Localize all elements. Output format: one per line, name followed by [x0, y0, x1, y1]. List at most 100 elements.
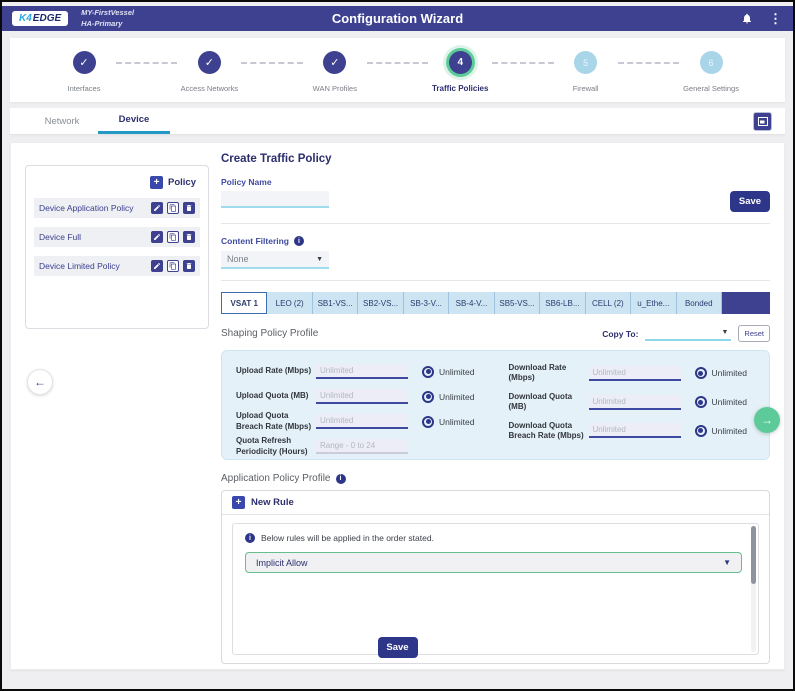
wan-tab-leo[interactable]: LEO (2) [267, 292, 312, 314]
upload-rate-unlimited-radio[interactable]: Unlimited [422, 366, 474, 378]
vessel-info: MY-FirstVessel HA-Primary [81, 8, 134, 29]
policy-list-item[interactable]: Device Full [34, 227, 200, 247]
arrow-left-icon: ← [34, 375, 46, 389]
delete-policy-icon[interactable] [183, 260, 195, 272]
upload-breach-unlimited-radio[interactable]: Unlimited [422, 416, 474, 428]
reset-button[interactable]: Reset [738, 325, 770, 342]
wan-tab-ethernet[interactable]: u_Ethe... [631, 292, 676, 314]
step-interfaces[interactable]: ✓ Interfaces [52, 51, 116, 93]
quota-refresh-input[interactable] [316, 439, 408, 454]
application-profile-title: Application Policy Profile [221, 473, 331, 484]
save-button[interactable]: Save [730, 191, 770, 212]
step-number: 6 [700, 51, 723, 74]
policy-list-item[interactable]: Device Application Policy [34, 198, 200, 218]
scope-tab-bar: Network Device [10, 108, 785, 135]
wan-tab-sb1[interactable]: SB1-VS... [313, 292, 358, 314]
wan-tab-cell[interactable]: CELL (2) [586, 292, 631, 314]
download-breach-rate-input[interactable] [589, 423, 681, 438]
wan-tab-sb4[interactable]: SB-4-V... [449, 292, 494, 314]
download-breach-rate-label: Download Quota Breach Rate (Mbps) [509, 421, 589, 442]
scrollbar-thumb[interactable] [751, 526, 756, 584]
step-number: 4 [449, 51, 472, 74]
wan-tab-sb5[interactable]: SB5-VS... [495, 292, 540, 314]
radio-selected-icon [422, 391, 434, 403]
step-check-icon: ✓ [73, 51, 96, 74]
download-quota-input[interactable] [589, 395, 681, 410]
tab-network[interactable]: Network [26, 108, 98, 134]
download-quota-unlimited-radio[interactable]: Unlimited [695, 396, 747, 408]
back-button[interactable]: ← [27, 369, 53, 395]
step-connector [618, 62, 679, 64]
upload-rate-label: Upload Rate (Mbps) [236, 366, 316, 376]
copy-policy-icon[interactable] [167, 202, 179, 214]
delete-policy-icon[interactable] [183, 202, 195, 214]
wan-tab-vsat1[interactable]: VSAT 1 [221, 292, 267, 314]
step-check-icon: ✓ [323, 51, 346, 74]
device-policies-panel: + Policy Device Application Policy Devic… [25, 165, 209, 329]
upload-quota-label: Upload Quota (MB) [236, 391, 316, 401]
bottom-save-button[interactable]: Save [378, 637, 418, 658]
info-icon[interactable]: i [336, 474, 346, 484]
next-wan-button[interactable]: → [754, 407, 780, 433]
add-policy-button[interactable]: + Policy [34, 176, 200, 189]
wan-tab-bonded[interactable]: Bonded [677, 292, 722, 314]
download-rate-unlimited-radio[interactable]: Unlimited [695, 367, 747, 379]
wan-tab-sb2[interactable]: SB2-VS... [358, 292, 403, 314]
wan-tab-sb3[interactable]: SB-3-V... [404, 292, 449, 314]
plus-icon: + [232, 496, 245, 509]
rules-scrollbar[interactable] [751, 526, 756, 652]
copy-policy-icon[interactable] [167, 231, 179, 243]
form-title: Create Traffic Policy [221, 153, 770, 165]
more-menu-icon[interactable]: ⋮ [769, 11, 783, 27]
upload-rate-input[interactable] [316, 364, 408, 379]
k4-edge-logo: K4 EDGE [12, 11, 68, 26]
edit-policy-icon[interactable] [151, 231, 163, 243]
step-traffic-policies[interactable]: 4 Traffic Policies [428, 51, 492, 93]
step-wan-profiles[interactable]: ✓ WAN Profiles [303, 51, 367, 93]
wizard-stepper: ✓ Interfaces ✓ Access Networks ✓ WAN Pro… [10, 38, 785, 102]
policy-list-item[interactable]: Device Limited Policy [34, 256, 200, 276]
step-check-icon: ✓ [198, 51, 221, 74]
radio-selected-icon [422, 416, 434, 428]
edit-policy-icon[interactable] [151, 260, 163, 272]
notifications-bell-icon[interactable] [741, 12, 753, 25]
copy-policy-icon[interactable] [167, 260, 179, 272]
shaping-profile-title: Shaping Policy Profile [221, 328, 318, 339]
policy-name-input[interactable] [221, 191, 329, 208]
chevron-down-icon: ▼ [723, 558, 731, 567]
wan-profile-tabs: VSAT 1 LEO (2) SB1-VS... SB2-VS... SB-3-… [221, 292, 770, 314]
new-rule-button[interactable]: + New Rule [222, 491, 769, 515]
info-icon: i [245, 533, 255, 543]
chevron-down-icon: ▼ [721, 329, 728, 336]
create-traffic-policy-form: Create Traffic Policy Policy Name Save C… [221, 143, 770, 664]
radio-selected-icon [695, 367, 707, 379]
download-breach-unlimited-radio[interactable]: Unlimited [695, 425, 747, 437]
download-rate-label: Download Rate (Mbps) [509, 363, 589, 384]
rule-implicit-allow[interactable]: Implicit Allow ▼ [245, 552, 742, 573]
delete-policy-icon[interactable] [183, 231, 195, 243]
download-rate-input[interactable] [589, 366, 681, 381]
content-filtering-label: Content Filtering i [221, 236, 770, 246]
step-general-settings[interactable]: 6 General Settings [679, 51, 743, 93]
edit-policy-icon[interactable] [151, 202, 163, 214]
info-icon[interactable]: i [294, 236, 304, 246]
shaping-policy-panel: Upload Rate (Mbps) Unlimited Upload Quot… [221, 350, 770, 460]
vessel-name: MY-FirstVessel [81, 8, 134, 19]
section-divider [221, 280, 770, 281]
wan-tab-sb6[interactable]: SB6-LB... [540, 292, 585, 314]
upload-breach-rate-input[interactable] [316, 414, 408, 429]
step-access-networks[interactable]: ✓ Access Networks [177, 51, 241, 93]
copy-to-label: Copy To: [602, 329, 638, 339]
upload-quota-input[interactable] [316, 389, 408, 404]
quota-refresh-label: Quota Refresh Periodicity (Hours) [236, 436, 316, 457]
upload-quota-unlimited-radio[interactable]: Unlimited [422, 391, 474, 403]
step-firewall[interactable]: 5 Firewall [554, 51, 618, 93]
step-connector [492, 62, 553, 64]
tab-device[interactable]: Device [98, 108, 170, 134]
rules-list: i Below rules will be applied in the ord… [232, 523, 759, 655]
application-policy-card: + New Rule i Below rules will be applied… [221, 490, 770, 664]
content-filtering-select[interactable]: None ▼ [221, 251, 329, 269]
copy-to-select[interactable]: ▼ [645, 326, 731, 341]
panel-view-icon[interactable] [754, 113, 771, 130]
step-number: 5 [574, 51, 597, 74]
